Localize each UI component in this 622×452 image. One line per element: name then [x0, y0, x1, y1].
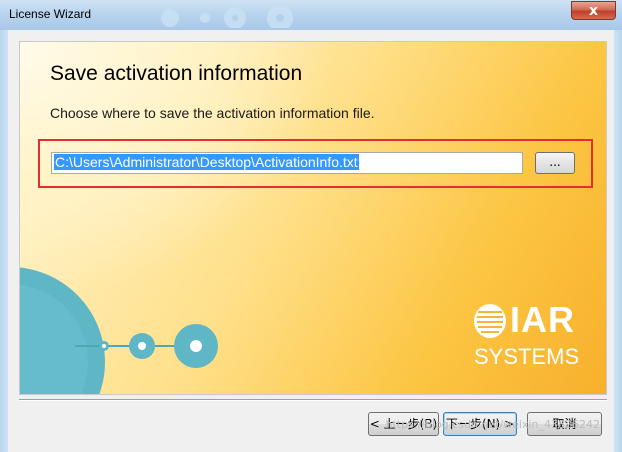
button-separator — [19, 399, 607, 401]
title-bar[interactable]: License Wizard x — [0, 0, 622, 31]
close-icon: x — [588, 3, 599, 19]
title-bar-decoration — [161, 5, 293, 28]
wizard-client-area: Save activation information Choose where… — [8, 30, 614, 452]
window-frame-left — [0, 30, 8, 452]
close-button[interactable]: x — [571, 1, 616, 20]
logo-brand-text: IAR — [510, 299, 575, 340]
watermark-text: https://blog.csdn.net/weixin_43826242 — [385, 418, 600, 431]
window-title: License Wizard — [9, 7, 92, 21]
window-frame-right — [614, 30, 622, 452]
page-instruction: Choose where to save the activation info… — [50, 105, 375, 121]
page-title: Save activation information — [50, 62, 303, 85]
wizard-banner: Save activation information Choose where… — [19, 41, 607, 395]
browse-button[interactable]: ... — [535, 152, 575, 174]
file-path-input[interactable]: C:\Users\Administrator\Desktop\Activatio… — [51, 152, 523, 174]
decorative-circles — [20, 267, 218, 394]
logo-sub-text: SYSTEMS — [474, 344, 580, 369]
file-path-value: C:\Users\Administrator\Desktop\Activatio… — [54, 154, 359, 170]
iar-logo-icon — [474, 304, 506, 338]
